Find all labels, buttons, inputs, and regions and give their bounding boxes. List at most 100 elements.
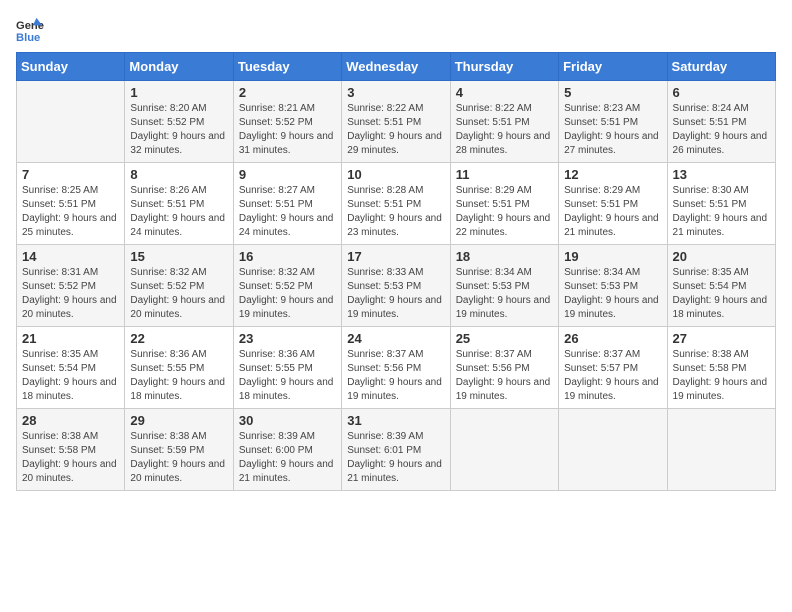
calendar-week-row: 21Sunrise: 8:35 AMSunset: 5:54 PMDayligh…: [17, 327, 776, 409]
day-number: 30: [239, 413, 336, 428]
day-number: 17: [347, 249, 444, 264]
cell-info: Sunrise: 8:32 AMSunset: 5:52 PMDaylight:…: [239, 266, 336, 322]
svg-text:Blue: Blue: [16, 32, 40, 44]
cell-info: Sunrise: 8:25 AMSunset: 5:51 PMDaylight:…: [22, 184, 119, 240]
day-number: 1: [130, 85, 227, 100]
calendar-week-row: 1 Sunrise: 8:20 AMSunset: 5:52 PMDaylight…: [17, 81, 776, 163]
calendar-cell: 9 Sunrise: 8:27 AMSunset: 5:51 PMDaylight…: [233, 163, 341, 245]
day-number: 22: [130, 331, 227, 346]
day-number: 20: [673, 249, 770, 264]
calendar-cell: 14 Sunrise: 8:31 AMSunset: 5:52 PMDayligh…: [17, 245, 125, 327]
day-number: 24: [347, 331, 444, 346]
cell-info: Sunrise: 8:33 AMSunset: 5:53 PMDaylight:…: [347, 266, 444, 322]
cell-info: Sunrise: 8:26 AMSunset: 5:51 PMDaylight:…: [130, 184, 227, 240]
header-day-friday: Friday: [559, 53, 667, 81]
day-number: 2: [239, 85, 336, 100]
svg-text:General: General: [16, 20, 44, 32]
day-number: 23: [239, 331, 336, 346]
logo: General Blue: [16, 16, 48, 44]
calendar-cell: 17 Sunrise: 8:33 AMSunset: 5:53 PMDayligh…: [342, 245, 450, 327]
day-number: 3: [347, 85, 444, 100]
calendar-cell: 1 Sunrise: 8:20 AMSunset: 5:52 PMDaylight…: [125, 81, 233, 163]
calendar-cell: 10Sunrise: 8:28 AMSunset: 5:51 PMDayligh…: [342, 163, 450, 245]
cell-info: Sunrise: 8:29 AMSunset: 5:51 PMDaylight:…: [456, 184, 553, 240]
day-number: 29: [130, 413, 227, 428]
calendar-cell: 22 Sunrise: 8:36 AMSunset: 5:55 PMDayligh…: [125, 327, 233, 409]
day-number: 16: [239, 249, 336, 264]
cell-info: Sunrise: 8:31 AMSunset: 5:52 PMDaylight:…: [22, 266, 119, 322]
logo-icon: General Blue: [16, 16, 44, 44]
calendar-cell: 20 Sunrise: 8:35 AMSunset: 5:54 PMDayligh…: [667, 245, 775, 327]
calendar-cell: 28 Sunrise: 8:38 AMSunset: 5:58 PMDayligh…: [17, 409, 125, 491]
cell-info: Sunrise: 8:32 AMSunset: 5:52 PMDaylight:…: [130, 266, 227, 322]
cell-info: Sunrise: 8:38 AMSunset: 5:58 PMDaylight:…: [22, 430, 119, 486]
calendar-cell: 24 Sunrise: 8:37 AMSunset: 5:56 PMDayligh…: [342, 327, 450, 409]
cell-info: Sunrise: 8:24 AMSunset: 5:51 PMDaylight:…: [673, 102, 770, 158]
header: General Blue: [16, 16, 776, 44]
header-day-monday: Monday: [125, 53, 233, 81]
day-number: 11: [456, 167, 553, 182]
day-number: 6: [673, 85, 770, 100]
cell-info: Sunrise: 8:29 AMSunset: 5:51 PMDaylight:…: [564, 184, 661, 240]
calendar-cell: 7 Sunrise: 8:25 AMSunset: 5:51 PMDaylight…: [17, 163, 125, 245]
calendar-week-row: 7 Sunrise: 8:25 AMSunset: 5:51 PMDaylight…: [17, 163, 776, 245]
day-number: 25: [456, 331, 553, 346]
header-day-sunday: Sunday: [17, 53, 125, 81]
cell-info: Sunrise: 8:34 AMSunset: 5:53 PMDaylight:…: [456, 266, 553, 322]
calendar-cell: 26Sunrise: 8:37 AMSunset: 5:57 PMDayligh…: [559, 327, 667, 409]
day-number: 28: [22, 413, 119, 428]
cell-info: Sunrise: 8:28 AMSunset: 5:51 PMDaylight:…: [347, 184, 444, 240]
calendar-cell: 12 Sunrise: 8:29 AMSunset: 5:51 PMDayligh…: [559, 163, 667, 245]
day-number: 13: [673, 167, 770, 182]
calendar-cell: 30Sunrise: 8:39 AMSunset: 6:00 PMDayligh…: [233, 409, 341, 491]
day-number: 4: [456, 85, 553, 100]
cell-info: Sunrise: 8:22 AMSunset: 5:51 PMDaylight:…: [347, 102, 444, 158]
day-number: 7: [22, 167, 119, 182]
calendar-cell: [450, 409, 558, 491]
header-day-wednesday: Wednesday: [342, 53, 450, 81]
header-day-tuesday: Tuesday: [233, 53, 341, 81]
calendar-cell: 13 Sunrise: 8:30 AMSunset: 5:51 PMDayligh…: [667, 163, 775, 245]
day-number: 27: [673, 331, 770, 346]
day-number: 15: [130, 249, 227, 264]
cell-info: Sunrise: 8:23 AMSunset: 5:51 PMDaylight:…: [564, 102, 661, 158]
header-day-saturday: Saturday: [667, 53, 775, 81]
calendar-week-row: 28 Sunrise: 8:38 AMSunset: 5:58 PMDayligh…: [17, 409, 776, 491]
cell-info: Sunrise: 8:27 AMSunset: 5:51 PMDaylight:…: [239, 184, 336, 240]
day-number: 5: [564, 85, 661, 100]
day-number: 12: [564, 167, 661, 182]
cell-info: Sunrise: 8:35 AMSunset: 5:54 PMDaylight:…: [673, 266, 770, 322]
cell-info: Sunrise: 8:36 AMSunset: 5:55 PMDaylight:…: [239, 348, 336, 404]
calendar-cell: 31 Sunrise: 8:39 AMSunset: 6:01 PMDayligh…: [342, 409, 450, 491]
calendar-cell: 2Sunrise: 8:21 AMSunset: 5:52 PMDaylight…: [233, 81, 341, 163]
calendar-cell: 16 Sunrise: 8:32 AMSunset: 5:52 PMDayligh…: [233, 245, 341, 327]
calendar-cell: [667, 409, 775, 491]
day-number: 21: [22, 331, 119, 346]
day-number: 8: [130, 167, 227, 182]
calendar-cell: 3 Sunrise: 8:22 AMSunset: 5:51 PMDaylight…: [342, 81, 450, 163]
calendar-cell: 6 Sunrise: 8:24 AMSunset: 5:51 PMDaylight…: [667, 81, 775, 163]
cell-info: Sunrise: 8:20 AMSunset: 5:52 PMDaylight:…: [130, 102, 227, 158]
calendar-cell: 29Sunrise: 8:38 AMSunset: 5:59 PMDayligh…: [125, 409, 233, 491]
calendar-cell: 27Sunrise: 8:38 AMSunset: 5:58 PMDayligh…: [667, 327, 775, 409]
cell-info: Sunrise: 8:37 AMSunset: 5:56 PMDaylight:…: [456, 348, 553, 404]
calendar-cell: 15 Sunrise: 8:32 AMSunset: 5:52 PMDayligh…: [125, 245, 233, 327]
calendar-cell: 8 Sunrise: 8:26 AMSunset: 5:51 PMDaylight…: [125, 163, 233, 245]
day-number: 9: [239, 167, 336, 182]
cell-info: Sunrise: 8:36 AMSunset: 5:55 PMDaylight:…: [130, 348, 227, 404]
day-number: 19: [564, 249, 661, 264]
header-day-thursday: Thursday: [450, 53, 558, 81]
day-number: 31: [347, 413, 444, 428]
calendar-cell: 21Sunrise: 8:35 AMSunset: 5:54 PMDayligh…: [17, 327, 125, 409]
cell-info: Sunrise: 8:39 AMSunset: 6:01 PMDaylight:…: [347, 430, 444, 486]
cell-info: Sunrise: 8:30 AMSunset: 5:51 PMDaylight:…: [673, 184, 770, 240]
calendar-cell: 11 Sunrise: 8:29 AMSunset: 5:51 PMDayligh…: [450, 163, 558, 245]
cell-info: Sunrise: 8:37 AMSunset: 5:56 PMDaylight:…: [347, 348, 444, 404]
calendar-cell: 19Sunrise: 8:34 AMSunset: 5:53 PMDayligh…: [559, 245, 667, 327]
calendar-cell: 4Sunrise: 8:22 AMSunset: 5:51 PMDaylight…: [450, 81, 558, 163]
calendar-cell: 25 Sunrise: 8:37 AMSunset: 5:56 PMDayligh…: [450, 327, 558, 409]
calendar-cell: 5 Sunrise: 8:23 AMSunset: 5:51 PMDaylight…: [559, 81, 667, 163]
day-number: 14: [22, 249, 119, 264]
calendar-week-row: 14 Sunrise: 8:31 AMSunset: 5:52 PMDayligh…: [17, 245, 776, 327]
cell-info: Sunrise: 8:37 AMSunset: 5:57 PMDaylight:…: [564, 348, 661, 404]
